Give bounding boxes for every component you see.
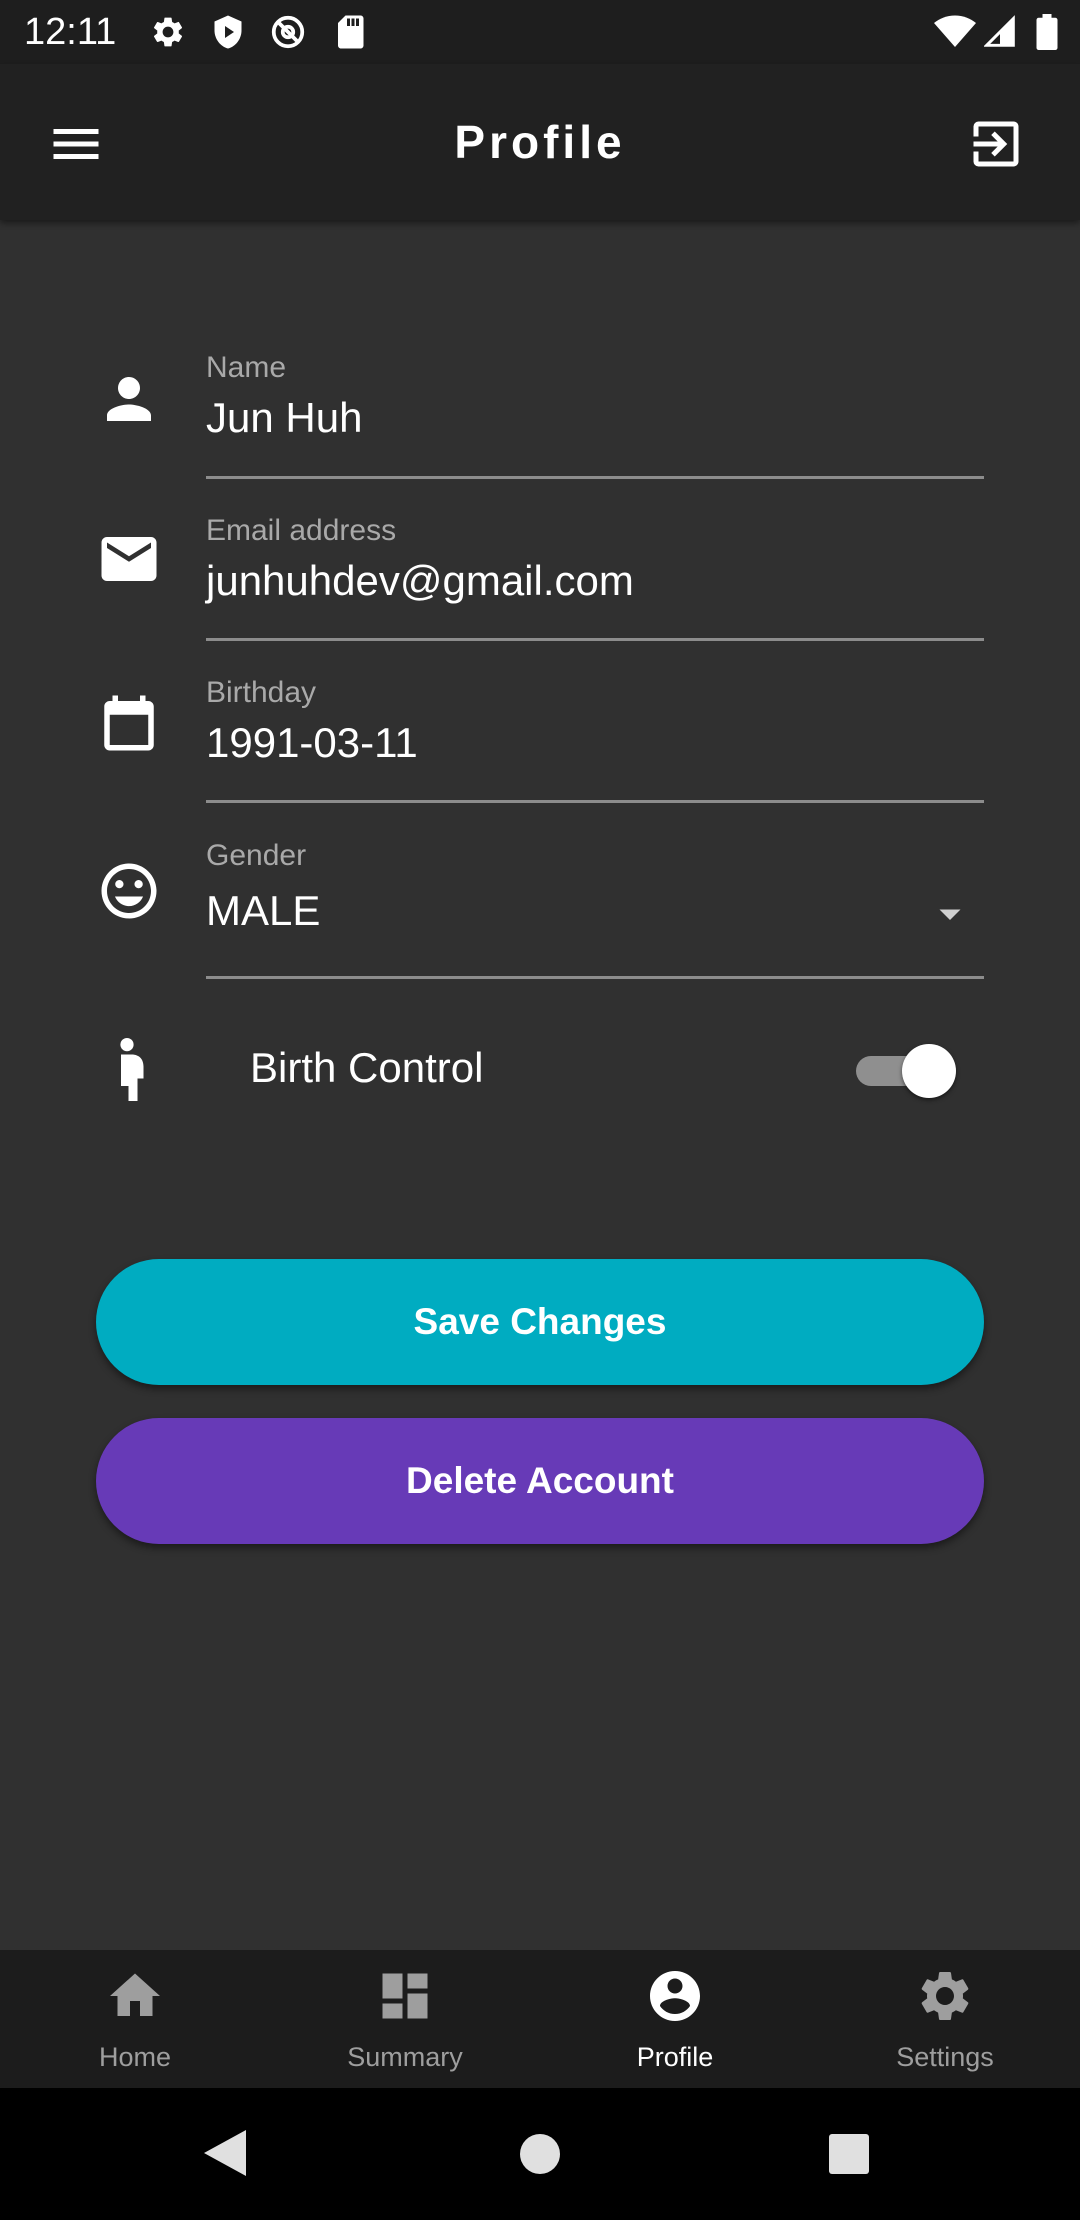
- gear-icon: [915, 1966, 975, 2026]
- person-icon: [96, 366, 162, 432]
- gender-select[interactable]: MALE: [206, 885, 320, 937]
- birthday-input[interactable]: 1991-03-11: [206, 717, 418, 769]
- name-underline: [206, 476, 984, 479]
- profile-screen: 12:11 Profile Name Jun Huh Email address…: [0, 0, 1080, 2220]
- shield-status-icon: [210, 14, 246, 50]
- email-input[interactable]: junhuhdev@gmail.com: [206, 555, 634, 607]
- bottom-navigation: Home Summary Profile Settings: [0, 1950, 1080, 2088]
- email-label: Email address: [206, 514, 397, 547]
- nav-item-profile[interactable]: Profile: [540, 1950, 810, 2088]
- smiley-face-icon: [96, 858, 162, 924]
- save-changes-button[interactable]: Save Changes: [96, 1259, 984, 1385]
- sd-card-status-icon: [334, 14, 366, 50]
- page-title: Profile: [454, 116, 626, 168]
- gender-underline: [206, 976, 984, 979]
- wifi-status-icon: [934, 14, 976, 50]
- nav-item-home[interactable]: Home: [0, 1950, 270, 2088]
- nav-label-profile: Profile: [636, 2042, 714, 2072]
- switch-thumb: [902, 1044, 956, 1098]
- recents-icon[interactable]: [828, 2133, 870, 2175]
- home-icon: [105, 1966, 165, 2026]
- birthday-underline: [206, 800, 984, 803]
- delete-account-button[interactable]: Delete Account: [96, 1418, 984, 1544]
- gender-label: Gender: [206, 839, 307, 872]
- birthday-label: Birthday: [206, 676, 317, 709]
- status-bar: 12:11: [0, 0, 1080, 64]
- email-underline: [206, 638, 984, 641]
- nav-item-summary[interactable]: Summary: [270, 1950, 540, 2088]
- mail-icon: [96, 526, 162, 592]
- birth-control-label: Birth Control: [250, 1044, 484, 1091]
- account-circle-icon: [645, 1966, 705, 2026]
- name-input[interactable]: Jun Huh: [206, 392, 362, 444]
- settings-status-icon: [150, 14, 186, 50]
- nav-label-home: Home: [98, 2042, 172, 2072]
- nav-item-settings[interactable]: Settings: [810, 1950, 1080, 2088]
- pregnant-woman-icon: [110, 1038, 150, 1104]
- app-bar: Profile: [0, 64, 1080, 220]
- signal-status-icon: [984, 14, 1016, 50]
- dashboard-icon: [375, 1966, 435, 2026]
- battery-status-icon: [1036, 14, 1058, 50]
- calendar-icon: [96, 690, 162, 756]
- birth-control-switch[interactable]: [852, 1040, 958, 1100]
- nav-label-settings: Settings: [896, 2042, 994, 2072]
- name-label: Name: [206, 351, 287, 384]
- back-icon[interactable]: [202, 2128, 248, 2178]
- nav-label-summary: Summary: [347, 2042, 463, 2072]
- dropdown-arrow-icon[interactable]: [932, 896, 968, 932]
- home-circle-icon[interactable]: [518, 2132, 562, 2176]
- exit-icon[interactable]: [966, 114, 1026, 174]
- status-time: 12:11: [24, 11, 117, 53]
- at-sign-status-icon: [270, 14, 306, 50]
